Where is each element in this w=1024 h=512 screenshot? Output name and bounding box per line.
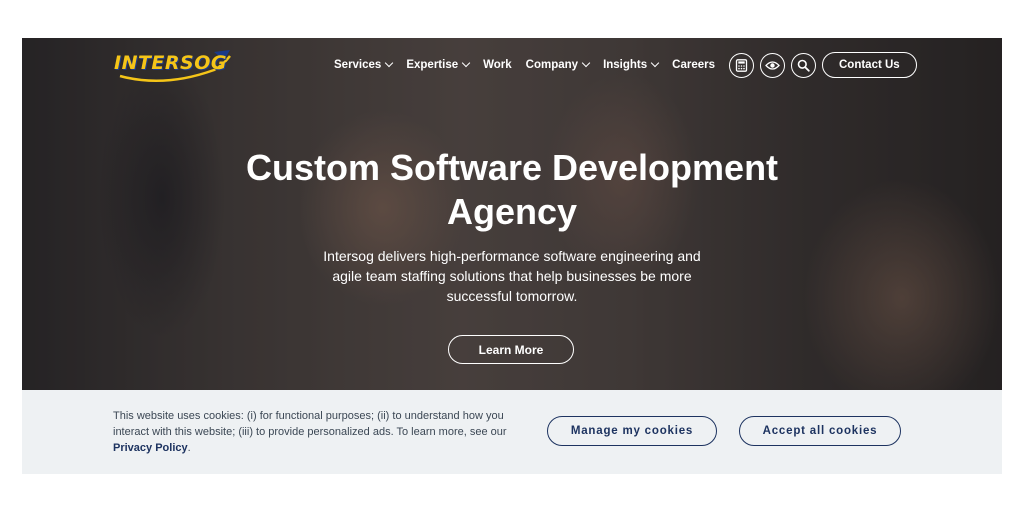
chevron-down-icon [461, 58, 471, 68]
hero-headline: Custom Software Development Agency [22, 146, 1002, 234]
chevron-down-icon [581, 58, 591, 68]
main-nav: Services Expertise Work Company Insights… [334, 52, 917, 78]
accept-cookies-button[interactable]: Accept all cookies [739, 416, 901, 446]
logo-text: INTERSOG [114, 52, 227, 74]
learn-more-button[interactable]: Learn More [448, 335, 574, 364]
cookie-notice-body: This website uses cookies: (i) for funct… [113, 410, 507, 438]
page-frame: INTERSOG Services Expertise Work Company… [22, 38, 1002, 474]
nav-item-label: Expertise [406, 59, 459, 71]
nav-item-insights[interactable]: Insights [603, 58, 660, 71]
nav-item-label: Company [525, 59, 579, 71]
calculator-button[interactable] [729, 52, 754, 78]
hero-headline-line1: Custom Software Development [245, 147, 779, 188]
hero-headline-line2: Agency [446, 191, 578, 232]
cookie-notice-text: This website uses cookies: (i) for funct… [113, 408, 533, 456]
contact-us-button[interactable]: Contact Us [822, 52, 917, 78]
manage-cookies-button[interactable]: Manage my cookies [547, 416, 717, 446]
nav-item-label: Insights [603, 59, 648, 71]
eye-icon [765, 60, 780, 70]
chevron-down-icon [650, 58, 660, 68]
intersog-logo[interactable]: INTERSOG [114, 48, 234, 88]
nav-item-label: Services [334, 59, 382, 71]
nav-item-careers[interactable]: Careers [672, 59, 715, 71]
nav-item-label: Careers [672, 59, 715, 71]
calculator-icon [735, 58, 748, 72]
accessibility-view-button[interactable] [760, 52, 785, 78]
nav-item-label: Work [483, 59, 512, 71]
nav-item-expertise[interactable]: Expertise [406, 58, 471, 71]
cookie-notice-suffix: . [187, 442, 191, 454]
hero-subtext: Intersog delivers high-performance softw… [323, 248, 701, 304]
search-icon [797, 59, 810, 72]
cookie-banner: This website uses cookies: (i) for funct… [22, 390, 1002, 474]
privacy-policy-link[interactable]: Privacy Policy [113, 442, 188, 454]
nav-item-company[interactable]: Company [525, 58, 591, 71]
nav-item-services[interactable]: Services [334, 58, 394, 71]
nav-item-work[interactable]: Work [483, 59, 512, 71]
hero-section: INTERSOG Services Expertise Work Company… [22, 38, 1002, 390]
search-button[interactable] [791, 52, 816, 78]
chevron-down-icon [385, 58, 394, 68]
